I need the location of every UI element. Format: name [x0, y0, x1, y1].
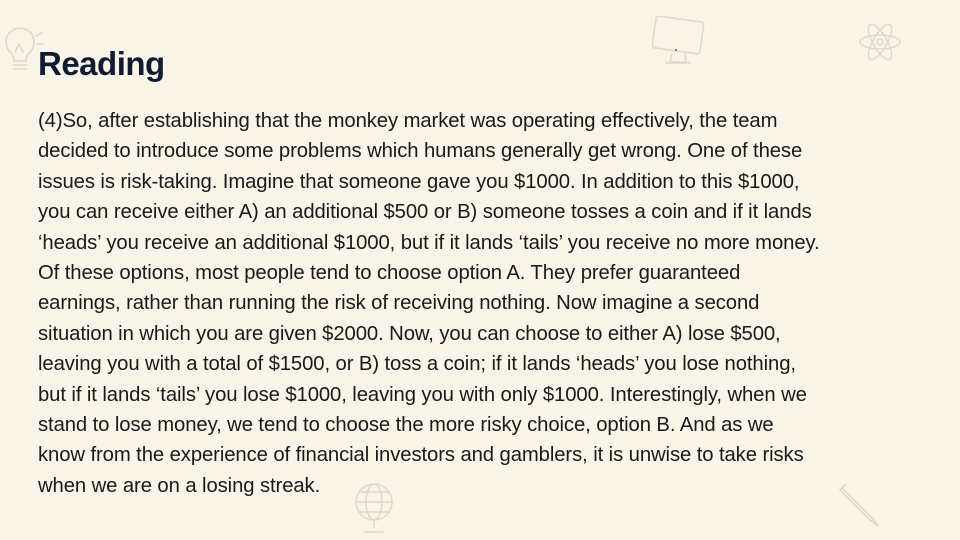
monitor-icon	[648, 16, 708, 66]
slide: Reading (4)So, after establishing that t…	[0, 0, 960, 540]
slide-title: Reading	[38, 45, 165, 82]
reading-paragraph: (4)So, after establishing that the monke…	[38, 110, 820, 497]
atom-icon	[856, 20, 904, 64]
